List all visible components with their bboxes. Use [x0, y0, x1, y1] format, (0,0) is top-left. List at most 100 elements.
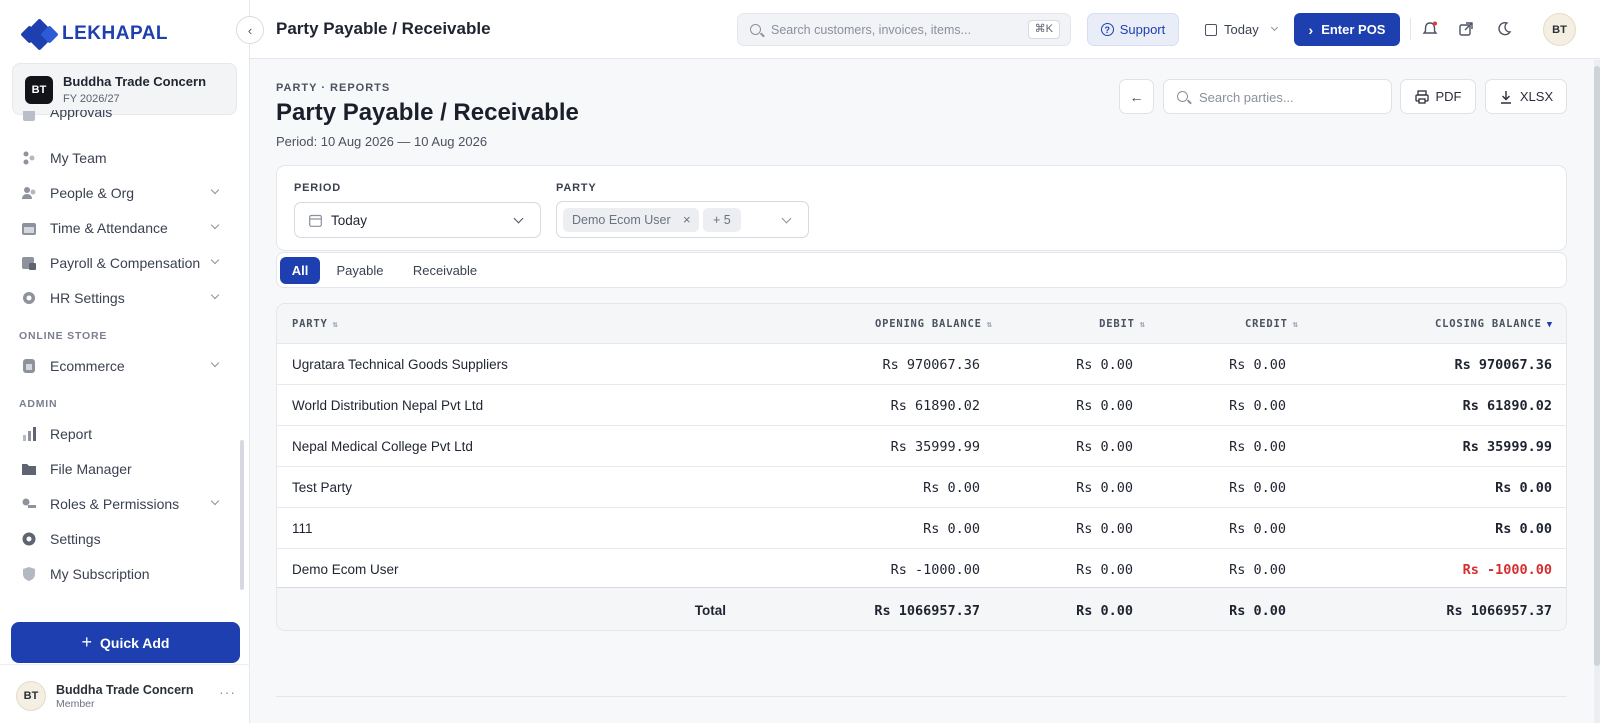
- cell-debit: Rs 0.00: [1076, 521, 1133, 537]
- total-closing: Rs 1066957.37: [1446, 603, 1552, 619]
- key-icon: [20, 495, 38, 513]
- chevron-left-icon: ‹: [247, 22, 253, 38]
- table-row[interactable]: Ugratara Technical Goods Suppliers Rs 97…: [277, 344, 1566, 385]
- calendar-icon: [20, 219, 38, 237]
- chevron-down-icon: [210, 255, 220, 265]
- bell-icon[interactable]: [1420, 19, 1440, 39]
- sidebar-item-hr-settings[interactable]: HR Settings: [12, 282, 226, 314]
- brand-logo[interactable]: LEKHAPAL: [20, 18, 168, 51]
- sort-icon: ⇅: [1139, 320, 1146, 330]
- support-button[interactable]: ? Support: [1087, 13, 1179, 46]
- table-row[interactable]: Test Party Rs 0.00 Rs 0.00 Rs 0.00 Rs 0.…: [277, 467, 1566, 508]
- sidebar-item-label: Approvals: [50, 110, 113, 120]
- sidebar-item-label: My Team: [50, 150, 107, 166]
- period-range: Period: 10 Aug 2026 — 10 Aug 2026: [276, 134, 488, 149]
- sidebar-item-payroll[interactable]: Payroll & Compensation: [12, 247, 226, 279]
- header-party[interactable]: PARTY ⇅: [292, 318, 339, 330]
- period-select[interactable]: Today: [294, 202, 541, 238]
- help-icon: ?: [1100, 23, 1114, 36]
- party-search-placeholder: Search parties...: [1199, 90, 1294, 105]
- gear-icon: [20, 289, 38, 307]
- more-icon[interactable]: ···: [219, 684, 236, 700]
- page-scrollbar[interactable]: [1594, 60, 1600, 723]
- sidebar-item-label: My Subscription: [50, 566, 150, 582]
- user-avatar: BT: [16, 681, 46, 711]
- arrow-left-icon: ←: [1129, 88, 1144, 105]
- sidebar-scrollbar[interactable]: [240, 440, 244, 590]
- cell-credit: Rs 0.00: [1229, 357, 1286, 373]
- cell-debit: Rs 0.00: [1076, 562, 1133, 578]
- quick-add-button[interactable]: + Quick Add: [11, 622, 240, 663]
- sidebar-item-ecommerce[interactable]: Ecommerce: [12, 350, 226, 382]
- cell-party: Demo Ecom User: [292, 562, 399, 577]
- cell-closing: Rs 35999.99: [1462, 439, 1552, 455]
- table-row[interactable]: 111 Rs 0.00 Rs 0.00 Rs 0.00 Rs 0.00: [277, 508, 1566, 549]
- user-avatar[interactable]: BT: [1543, 13, 1576, 46]
- plus-icon: +: [81, 632, 92, 652]
- xlsx-button[interactable]: XLSX: [1485, 79, 1567, 114]
- header-closing-balance[interactable]: CLOSING BALANCE ▼: [1435, 318, 1553, 330]
- cell-credit: Rs 0.00: [1229, 480, 1286, 496]
- cell-closing: Rs 61890.02: [1462, 398, 1552, 414]
- sidebar-item-settings[interactable]: Settings: [12, 523, 226, 555]
- user-name: Buddha Trade Concern: [56, 683, 194, 697]
- sidebar-item-roles[interactable]: Roles & Permissions: [12, 488, 226, 520]
- table-row[interactable]: Nepal Medical College Pvt Ltd Rs 35999.9…: [277, 426, 1566, 467]
- cell-credit: Rs 0.00: [1229, 439, 1286, 455]
- header-debit[interactable]: DEBIT ⇅: [1099, 318, 1146, 330]
- enter-pos-button[interactable]: › Enter POS: [1294, 13, 1400, 46]
- party-chip-label: Demo Ecom User: [572, 213, 671, 227]
- sidebar-item-label: People & Org: [50, 185, 135, 201]
- sidebar-item-approvals[interactable]: Approvals: [12, 110, 226, 128]
- page-title: Party Payable / Receivable: [276, 99, 579, 126]
- global-search-placeholder: Search customers, invoices, items...: [771, 23, 972, 37]
- search-icon: [1177, 91, 1188, 102]
- tab-payable[interactable]: Payable: [327, 257, 393, 284]
- search-shortcut: ⌘K: [1027, 20, 1060, 39]
- cell-credit: Rs 0.00: [1229, 562, 1286, 578]
- pdf-button[interactable]: PDF: [1400, 79, 1476, 114]
- filter-panel: PERIOD Today PARTY Demo Ecom User × + 5: [276, 165, 1567, 251]
- table-row[interactable]: World Distribution Nepal Pvt Ltd Rs 6189…: [277, 385, 1566, 426]
- date-filter-dropdown[interactable]: Today: [1205, 13, 1287, 46]
- sidebar-item-label: Ecommerce: [50, 358, 125, 374]
- topbar-title: Party Payable / Receivable: [276, 19, 491, 38]
- type-tabs: All Payable Receivable: [276, 252, 1567, 288]
- tab-receivable[interactable]: Receivable: [401, 257, 489, 284]
- sidebar-item-people-org[interactable]: People & Org: [12, 177, 226, 209]
- close-icon[interactable]: ×: [683, 208, 691, 232]
- header-opening-balance[interactable]: OPENING BALANCE ⇅: [875, 318, 993, 330]
- total-credit: Rs 0.00: [1229, 603, 1286, 619]
- calendar-icon: [1205, 23, 1217, 36]
- sort-desc-icon: ▼: [1546, 320, 1553, 330]
- sidebar-item-file-manager[interactable]: File Manager: [12, 453, 226, 485]
- party-more-chip: + 5: [703, 208, 741, 232]
- sidebar-item-label: Report: [50, 426, 93, 442]
- header-credit[interactable]: CREDIT ⇅: [1245, 318, 1299, 330]
- party-search-input[interactable]: Search parties...: [1163, 79, 1392, 114]
- sort-icon: ⇅: [986, 320, 993, 330]
- enter-pos-label: Enter POS: [1321, 22, 1386, 37]
- cell-party: Ugratara Technical Goods Suppliers: [292, 357, 508, 372]
- party-multiselect[interactable]: Demo Ecom User × + 5: [556, 201, 809, 238]
- cell-closing: Rs 970067.36: [1454, 357, 1552, 373]
- sidebar-item-time-attendance[interactable]: Time & Attendance: [12, 212, 226, 244]
- org-avatar: BT: [25, 76, 53, 104]
- sidebar-item-report[interactable]: Report: [12, 418, 226, 450]
- user-menu[interactable]: BT Buddha Trade Concern Member ···: [0, 664, 250, 723]
- tab-all[interactable]: All: [280, 257, 320, 284]
- sidebar-item-my-team[interactable]: My Team: [12, 142, 226, 174]
- team-icon: [20, 149, 38, 167]
- sidebar-item-label: HR Settings: [50, 290, 125, 306]
- external-link-icon[interactable]: [1456, 19, 1476, 39]
- collapse-sidebar-button[interactable]: ‹: [236, 16, 264, 44]
- cell-opening: Rs 0.00: [923, 480, 980, 496]
- back-button[interactable]: ←: [1119, 79, 1154, 114]
- cell-opening: Rs 35999.99: [890, 439, 980, 455]
- table-row[interactable]: Demo Ecom User Rs -1000.00 Rs 0.00 Rs 0.…: [277, 549, 1566, 590]
- moon-icon[interactable]: [1494, 19, 1514, 39]
- global-search-input[interactable]: Search customers, invoices, items... ⌘K: [737, 13, 1071, 46]
- sidebar-item-subscription[interactable]: My Subscription: [12, 558, 226, 590]
- people-icon: [20, 184, 38, 202]
- org-switcher[interactable]: BT Buddha Trade Concern FY 2026/27: [12, 63, 237, 115]
